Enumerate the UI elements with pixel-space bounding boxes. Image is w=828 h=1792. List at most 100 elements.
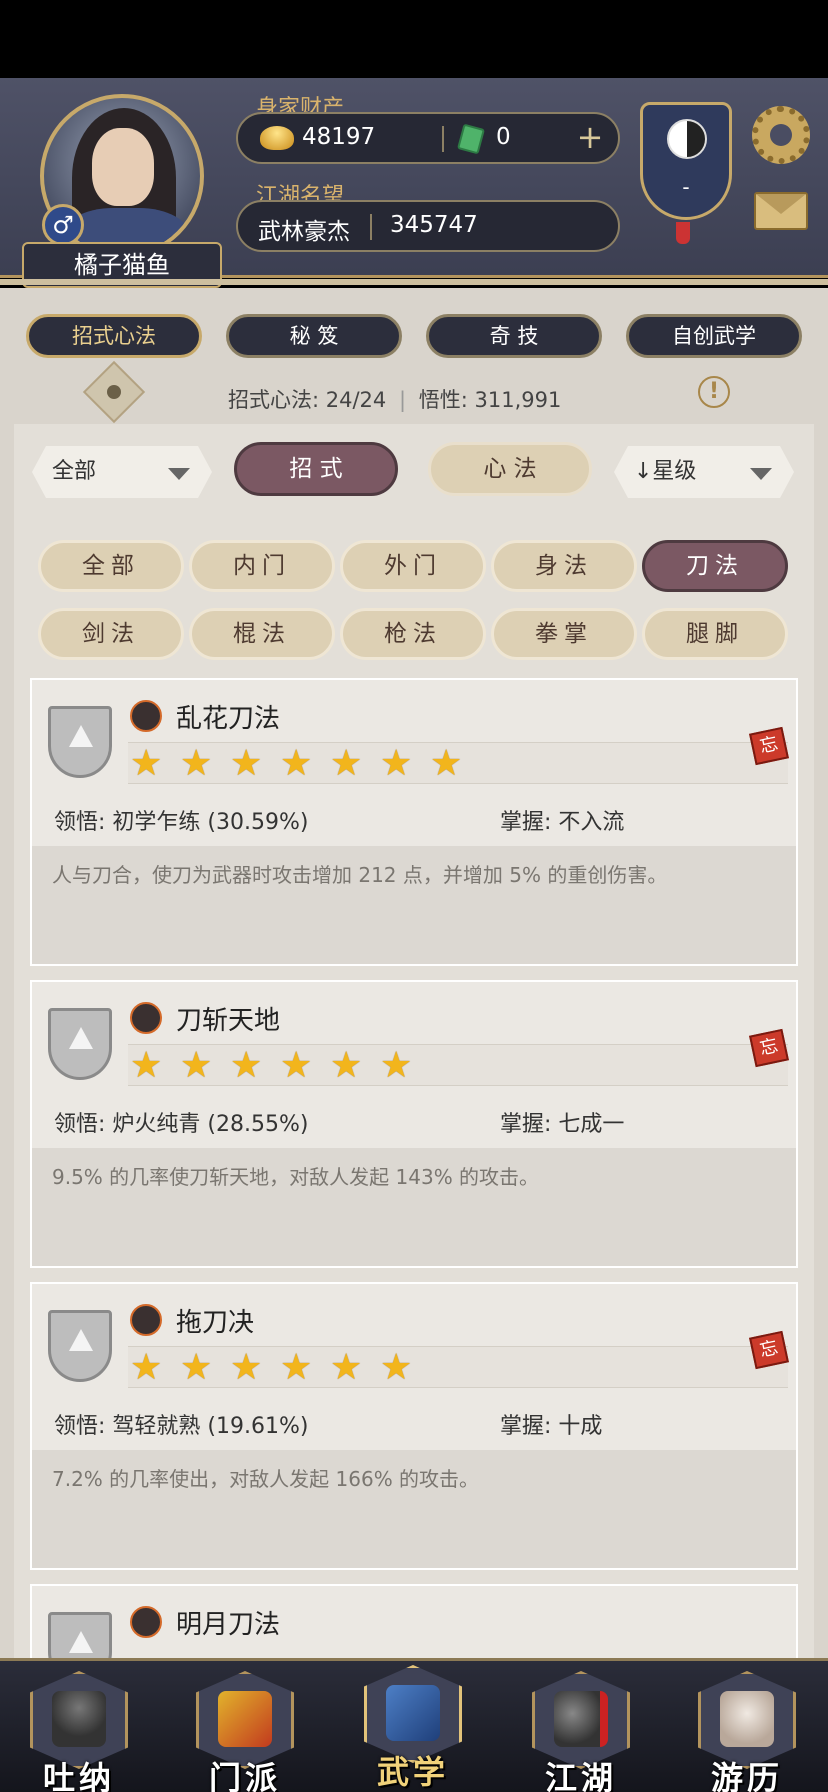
tab-moves-methods[interactable]: 招式心法 bbox=[26, 314, 202, 358]
chevron-down-icon bbox=[750, 468, 772, 480]
status-bar bbox=[0, 0, 828, 78]
jade-amount: 0 bbox=[496, 124, 511, 150]
sect-badge[interactable]: - bbox=[640, 102, 732, 220]
fame-bar: 武林豪杰 345747 bbox=[236, 200, 620, 252]
skill-name: 明月刀法 bbox=[176, 1610, 281, 1640]
category-staff[interactable]: 棍法 bbox=[189, 608, 335, 660]
star-rating: ★ ★ ★ ★ ★ ★ bbox=[128, 1346, 788, 1388]
star-icon: ★ bbox=[330, 743, 363, 784]
category-blade[interactable]: 刀法 bbox=[642, 540, 788, 592]
upgrade-shield-icon[interactable] bbox=[48, 1310, 112, 1382]
blade-skill-icon bbox=[130, 1002, 162, 1034]
divider bbox=[370, 214, 372, 240]
star-icon: ★ bbox=[280, 1347, 313, 1388]
nav-sect[interactable]: 门派 bbox=[192, 1667, 298, 1792]
gold-ingot-icon bbox=[260, 126, 294, 150]
star-icon: ★ bbox=[380, 1347, 413, 1388]
tab-special-skills[interactable]: 奇 技 bbox=[426, 314, 602, 358]
skill-card[interactable]: 拖刀决 ★ ★ ★ ★ ★ ★ 忘 领悟: 驾轻就熟 (19.61%) 掌握: 十成 7.… bbox=[30, 1282, 798, 1570]
nav-label: 吐纳 bbox=[42, 1759, 115, 1792]
tassel-icon bbox=[676, 222, 690, 244]
sort-value: ↓星级 bbox=[634, 459, 697, 484]
nav-jianghu[interactable]: 江湖 bbox=[528, 1667, 634, 1792]
star-rating: ★ ★ ★ ★ ★ ★ bbox=[128, 1044, 788, 1086]
stats-separator: | bbox=[398, 388, 407, 412]
scope-dropdown[interactable]: 全部 bbox=[32, 446, 212, 498]
nav-label: 门派 bbox=[208, 1759, 281, 1792]
comprehension-label: 领悟: 炉火纯青 (28.55%) bbox=[54, 1112, 309, 1137]
manual-book-icon bbox=[386, 1685, 440, 1741]
comprehension-label: 领悟: 驾轻就熟 (19.61%) bbox=[54, 1414, 309, 1439]
nav-label: 武学 bbox=[376, 1753, 449, 1791]
skill-card[interactable]: 明月刀法 bbox=[30, 1584, 798, 1658]
star-icon: ★ bbox=[280, 743, 313, 784]
player-header: ♂ 橘子猫鱼 身家财产 48197 0 + 江湖名望 武林豪杰 345747 - bbox=[0, 78, 828, 288]
tab-moves[interactable]: 招 式 bbox=[234, 442, 398, 496]
star-icon: ★ bbox=[280, 1045, 313, 1086]
mail-icon[interactable] bbox=[754, 192, 808, 230]
mastery-label: 掌握: 不入流 bbox=[500, 810, 625, 835]
star-icon: ★ bbox=[180, 1347, 213, 1388]
fame-title: 武林豪杰 bbox=[258, 219, 350, 245]
star-icon: ★ bbox=[130, 1347, 163, 1388]
star-icon: ★ bbox=[230, 1045, 263, 1086]
mastery-label: 掌握: 十成 bbox=[500, 1414, 603, 1439]
moves-count: 招式心法: 24/24 bbox=[228, 388, 387, 412]
skill-card[interactable]: 乱花刀法 ★ ★ ★ ★ ★ ★ ★ 忘 领悟: 初学乍练 (30.59%) 掌握: 不入流… bbox=[30, 678, 798, 966]
star-icon: ★ bbox=[130, 1045, 163, 1086]
nav-label: 江湖 bbox=[544, 1759, 617, 1792]
mail-flap bbox=[756, 194, 806, 214]
category-leg[interactable]: 腿脚 bbox=[642, 608, 788, 660]
skill-card[interactable]: 刀斩天地 ★ ★ ★ ★ ★ ★ 忘 领悟: 炉火纯青 (28.55%) 掌握: 七成一 … bbox=[30, 980, 798, 1268]
category-fist[interactable]: 拳掌 bbox=[491, 608, 637, 660]
skill-name: 拖刀决 bbox=[176, 1308, 255, 1338]
player-name: 橘子猫鱼 bbox=[22, 242, 222, 288]
nav-breathing[interactable]: 吐纳 bbox=[26, 1667, 132, 1792]
category-inner[interactable]: 内门 bbox=[189, 540, 335, 592]
star-icon: ★ bbox=[380, 743, 413, 784]
horse-icon bbox=[720, 1691, 774, 1747]
star-icon: ★ bbox=[330, 1045, 363, 1086]
nav-label: 游历 bbox=[710, 1759, 783, 1792]
tab-methods[interactable]: 心 法 bbox=[428, 442, 592, 496]
straw-hat-icon bbox=[554, 1691, 608, 1747]
comprehension-label: 领悟: 初学乍练 (30.59%) bbox=[54, 810, 309, 835]
nav-martial-arts[interactable]: 武学 bbox=[360, 1661, 466, 1791]
tab-secret-manuals[interactable]: 秘 笈 bbox=[226, 314, 402, 358]
star-icon: ★ bbox=[430, 743, 463, 784]
category-movement[interactable]: 身法 bbox=[491, 540, 637, 592]
stats-line: 招式心法: 24/24 | 悟性: 311,991 bbox=[228, 384, 567, 414]
bottom-nav: 吐纳 门派 武学 江湖 游历 bbox=[0, 1658, 828, 1792]
avatar-face bbox=[92, 128, 154, 206]
category-all[interactable]: 全部 bbox=[38, 540, 184, 592]
skill-description: 9.5% 的几率使刀斩天地，对敌人发起 143% 的攻击。 bbox=[32, 1148, 796, 1266]
taiji-icon bbox=[667, 119, 707, 159]
divider bbox=[442, 126, 444, 152]
skill-name: 刀斩天地 bbox=[176, 1006, 281, 1036]
skill-description: 7.2% 的几率使出，对敌人发起 166% 的攻击。 bbox=[32, 1450, 796, 1568]
sect-banner-icon bbox=[218, 1691, 272, 1747]
blade-skill-icon bbox=[130, 1304, 162, 1336]
blade-skill-icon bbox=[130, 700, 162, 732]
scope-value: 全部 bbox=[52, 459, 97, 484]
star-icon: ★ bbox=[380, 1045, 413, 1086]
tab-self-created[interactable]: 自创武学 bbox=[626, 314, 802, 358]
settings-gear-icon[interactable] bbox=[752, 106, 810, 164]
info-exclamation-icon[interactable]: ! bbox=[698, 376, 730, 408]
skill-description: 人与刀合，使刀为武器时攻击增加 212 点，并增加 5% 的重创伤害。 bbox=[32, 846, 796, 964]
gold-amount: 48197 bbox=[302, 124, 376, 150]
category-outer[interactable]: 外门 bbox=[340, 540, 486, 592]
insight-value: 悟性: 311,991 bbox=[418, 388, 562, 412]
category-sword[interactable]: 剑法 bbox=[38, 608, 184, 660]
skill-name: 乱花刀法 bbox=[176, 704, 281, 734]
nav-travel[interactable]: 游历 bbox=[694, 1667, 800, 1792]
upgrade-shield-icon[interactable] bbox=[48, 1008, 112, 1080]
add-currency-button[interactable]: + bbox=[574, 121, 606, 154]
upgrade-shield-icon[interactable] bbox=[48, 706, 112, 778]
sort-dropdown[interactable]: ↓星级 bbox=[614, 446, 794, 498]
star-icon: ★ bbox=[230, 743, 263, 784]
category-spear[interactable]: 枪法 bbox=[340, 608, 486, 660]
upgrade-shield-icon[interactable] bbox=[48, 1612, 112, 1658]
blade-skill-icon bbox=[130, 1606, 162, 1638]
male-gender-icon: ♂ bbox=[42, 204, 84, 246]
